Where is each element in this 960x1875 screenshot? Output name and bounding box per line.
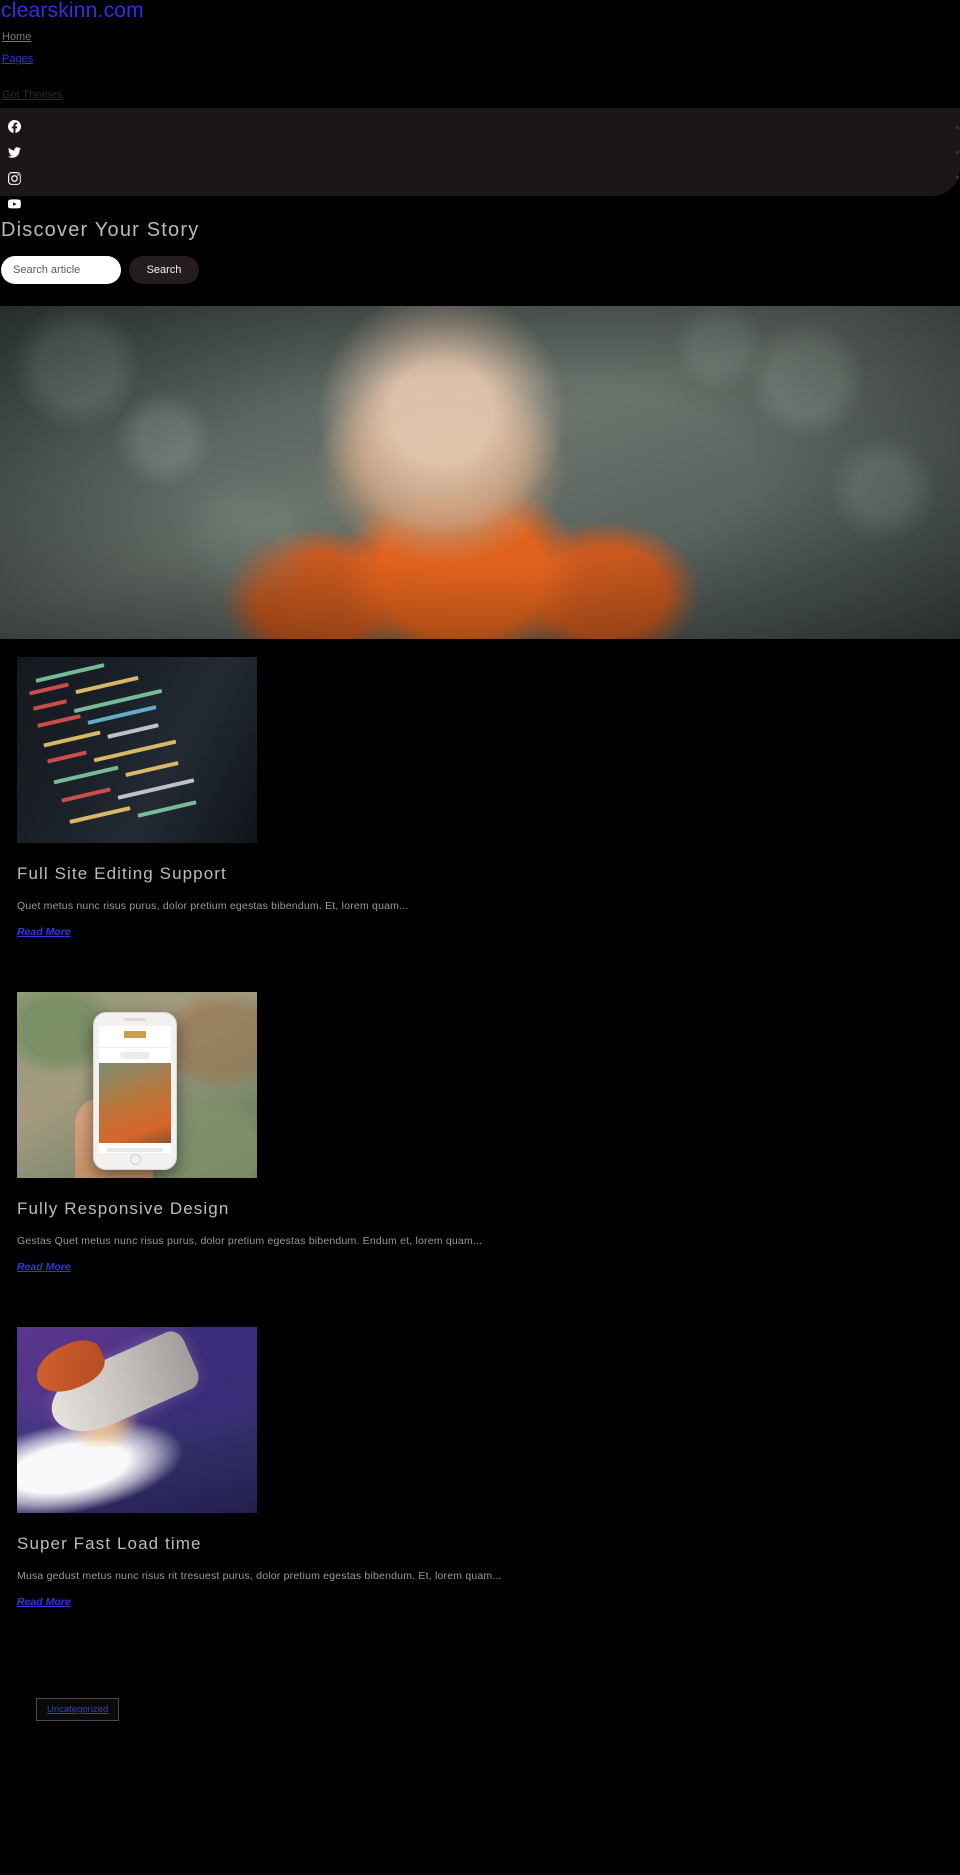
post-excerpt: Musa gedust metus nunc risus rit tresues… <box>17 1570 502 1582</box>
search-form: Search <box>0 256 960 284</box>
post-thumbnail-phone[interactable] <box>17 992 257 1178</box>
bar-scroll-markers <box>956 126 960 201</box>
youtube-icon[interactable] <box>6 198 28 220</box>
bar-dot <box>956 126 959 129</box>
phone-app-header <box>99 1031 171 1048</box>
instagram-icon[interactable] <box>6 172 28 194</box>
phone-screen <box>99 1026 171 1153</box>
code-editor-screen-icon <box>17 657 257 843</box>
phone-shape <box>93 1012 177 1170</box>
social-links-list <box>4 120 960 220</box>
space-shuttle-launch-icon <box>17 1327 257 1513</box>
phone-notch <box>124 1018 146 1021</box>
post-card: Super Fast Load time Musa gedust metus n… <box>0 1309 960 1644</box>
post-list: Full Site Editing Support Quet metus nun… <box>0 639 960 1644</box>
twitter-icon[interactable] <box>6 146 28 168</box>
site-title: clearskinn.com <box>0 0 960 22</box>
nav-item-get-themes[interactable]: Get Themes <box>0 66 960 102</box>
bar-dot <box>956 151 959 154</box>
category-button-uncategorized[interactable]: Uncategorized <box>36 1698 120 1721</box>
site-footer: Uncategorized <box>0 1644 960 1721</box>
phone-app-image <box>99 1063 171 1143</box>
facebook-icon[interactable] <box>6 120 28 142</box>
phone-home-button <box>129 1154 141 1165</box>
phone-app-logo <box>124 1031 146 1038</box>
bar-dot <box>956 176 959 179</box>
read-more-link[interactable]: Read More <box>17 925 71 939</box>
post-card: Full Site Editing Support Quet metus nun… <box>0 639 960 974</box>
search-button[interactable]: Search <box>129 256 199 284</box>
read-more-link[interactable]: Read More <box>17 1260 71 1274</box>
phone-app-text-line <box>107 1148 163 1152</box>
post-excerpt: Quet metus nunc risus purus, dolor preti… <box>17 900 409 912</box>
site-header: clearskinn.com Home Pages Get Themes <box>0 0 960 102</box>
hand-holding-phone-icon <box>17 992 257 1178</box>
post-excerpt: Gestas Quet metus nunc risus purus, dolo… <box>17 1235 483 1247</box>
social-links-bar <box>0 108 960 209</box>
site-title-link[interactable]: clearskinn.com <box>1 0 144 22</box>
post-thumbnail-code-editor[interactable] <box>17 657 257 843</box>
read-more-link[interactable]: Read More <box>17 1595 71 1609</box>
post-thumbnail-rocket[interactable] <box>17 1327 257 1513</box>
post-title[interactable]: Fully Responsive Design <box>17 1198 960 1220</box>
nav-item-pages[interactable]: Pages <box>0 44 960 66</box>
post-card: Fully Responsive Design Gestas Quet metu… <box>0 974 960 1309</box>
post-title[interactable]: Full Site Editing Support <box>17 863 960 885</box>
hero-heading: Discover Your Story <box>1 219 200 241</box>
nav-item-home[interactable]: Home <box>0 22 960 44</box>
search-input[interactable] <box>1 256 121 284</box>
post-title[interactable]: Super Fast Load time <box>17 1533 960 1555</box>
featured-hero-image <box>0 306 960 639</box>
primary-navigation: Home Pages Get Themes <box>0 22 960 102</box>
featured-image-vignette <box>0 306 960 639</box>
phone-app-pill <box>120 1052 150 1059</box>
